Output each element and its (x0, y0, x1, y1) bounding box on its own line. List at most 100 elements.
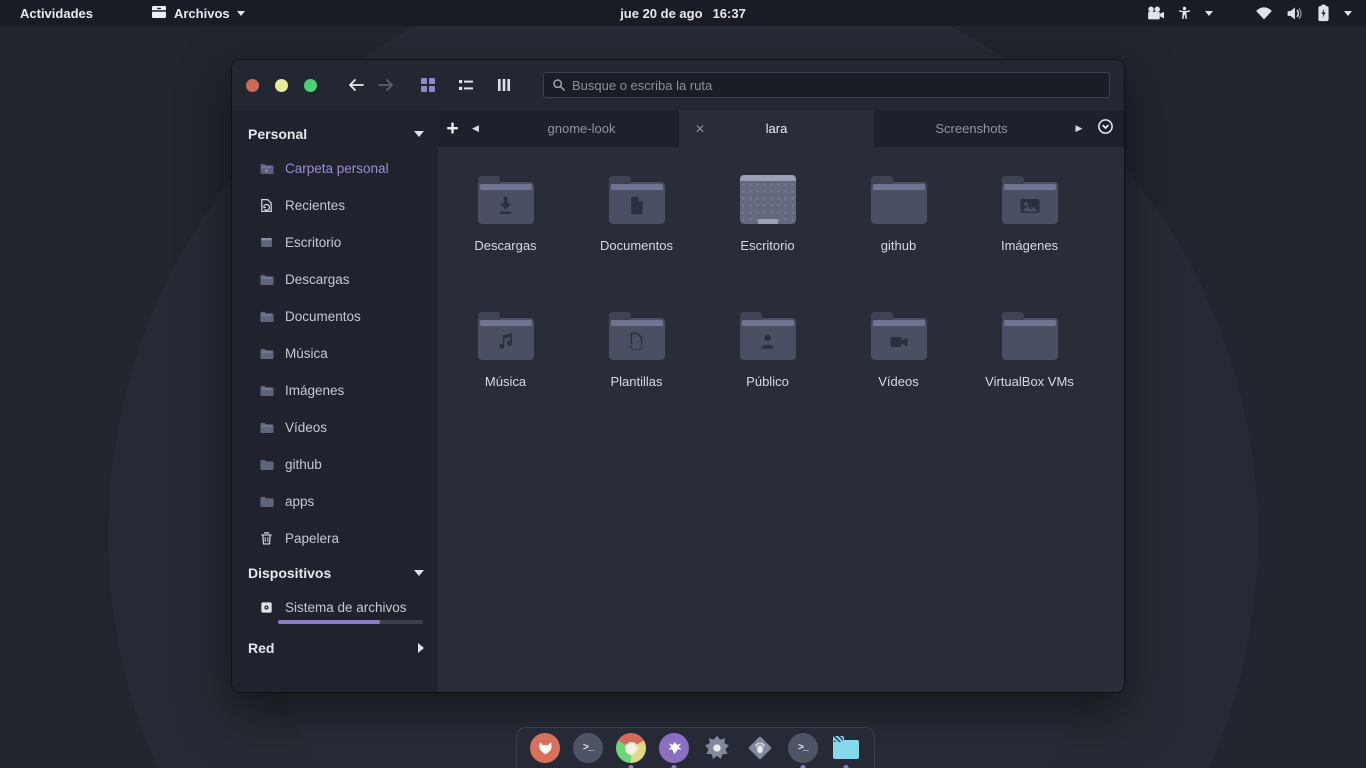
sidebar-item-recientes[interactable]: Recientes (232, 187, 438, 224)
folder-icon (609, 182, 665, 224)
dock-item-chromium[interactable] (616, 733, 646, 768)
window-toolbar (232, 60, 1124, 110)
none-emblem-icon (871, 182, 927, 224)
file-item-virtualbox-vms[interactable]: VirtualBox VMs (964, 305, 1095, 441)
sidebar-item-label: apps (285, 494, 314, 509)
system-tray[interactable] (1146, 4, 1366, 22)
path-search-bar[interactable] (543, 72, 1110, 98)
document-emblem-icon (609, 182, 665, 224)
battery-charging-icon[interactable] (1316, 4, 1331, 22)
video-emblem-icon (871, 318, 927, 360)
sidebar-item-papelera[interactable]: Papelera (232, 520, 438, 557)
terminal-icon: >_ (798, 743, 808, 754)
file-item-label: Vídeos (878, 375, 918, 389)
tab-gnome-look[interactable]: gnome-look (484, 110, 679, 147)
sidebar-item-github[interactable]: github (232, 446, 438, 483)
sidebar-item-label: github (285, 457, 322, 472)
folder-icon (478, 318, 534, 360)
sidebar-section-dispositivos[interactable]: Dispositivos (232, 557, 438, 589)
gnome-footprint-icon (746, 734, 774, 762)
close-button[interactable] (246, 79, 259, 92)
sidebar-item-documentos[interactable]: Documentos (232, 298, 438, 335)
file-item-imagenes[interactable]: Imágenes (964, 169, 1095, 305)
chevron-down-icon (414, 131, 424, 137)
file-item-videos[interactable]: Vídeos (833, 305, 964, 441)
file-item-publico[interactable]: Público (702, 305, 833, 441)
sidebar-item-carpeta-personal[interactable]: Carpeta personal (232, 150, 438, 187)
tab-screenshots[interactable]: Screenshots (874, 110, 1069, 147)
sidebar-section-personal[interactable]: Personal (232, 118, 438, 150)
chevron-down-icon[interactable] (1205, 11, 1213, 16)
sidebar-section-red[interactable]: Red (232, 632, 438, 664)
folder-plain-icon (258, 457, 274, 472)
sidebar-item-imagenes[interactable]: Imágenes (232, 372, 438, 409)
folder-icon (258, 383, 274, 398)
tab-lara[interactable]: ✕lara (679, 110, 874, 147)
folder-icon (258, 309, 274, 324)
top-bar: Actividades Archivos jue 20 de ago 16:37 (0, 0, 1366, 26)
sidebar-item-apps[interactable]: apps (232, 483, 438, 520)
dock-item-file-manager[interactable] (831, 733, 861, 768)
sidebar-item-escritorio[interactable]: Escritorio (232, 224, 438, 261)
sidebar-item-label: Escritorio (285, 235, 341, 250)
terminal-icon: >_ (583, 743, 593, 754)
folder-icon (258, 272, 274, 287)
list-view-button[interactable] (453, 72, 479, 98)
dock-item-firefox[interactable] (530, 733, 560, 768)
screen-record-icon[interactable] (1146, 6, 1164, 21)
accessibility-icon[interactable] (1177, 5, 1192, 22)
dock-item-settings[interactable] (702, 733, 732, 768)
compact-view-button[interactable] (491, 72, 517, 98)
forward-button[interactable] (371, 70, 401, 100)
tab-label: gnome-look (548, 121, 616, 136)
chevron-down-icon (237, 11, 245, 16)
tab-strip: gnome-look ✕laraScreenshots (484, 110, 1069, 147)
grid-view-button[interactable] (415, 72, 441, 98)
app-menu[interactable]: Archivos (151, 5, 245, 22)
sidebar-item-label: Sistema de archivos (285, 600, 407, 615)
chevron-down-icon[interactable] (1344, 11, 1352, 16)
activities-button[interactable]: Actividades (16, 6, 97, 21)
wifi-icon[interactable] (1255, 6, 1273, 20)
sidebar-item-videos[interactable]: Vídeos (232, 409, 438, 446)
file-item-descargas[interactable]: Descargas (440, 169, 571, 305)
folder-icon (871, 318, 927, 360)
dock-item-terminal-2[interactable]: >_ (788, 733, 818, 768)
dock-item-terminal[interactable]: >_ (573, 733, 603, 768)
file-item-label: Imágenes (1001, 239, 1058, 253)
new-tab-button[interactable]: + (438, 110, 467, 147)
volume-icon[interactable] (1286, 6, 1303, 21)
tab-close-icon[interactable]: ✕ (695, 122, 705, 136)
tab-list-button[interactable] (1097, 118, 1114, 140)
file-item-musica[interactable]: Música (440, 305, 571, 441)
file-item-github[interactable]: github (833, 169, 964, 305)
chevron-down-icon (414, 570, 424, 576)
search-input[interactable] (572, 78, 1101, 93)
dock-item-purple-app[interactable] (659, 733, 689, 768)
disk-usage-bar (278, 620, 423, 624)
purple-app-icon (665, 739, 684, 758)
sidebar-item-descargas[interactable]: Descargas (232, 261, 438, 298)
scroll-tabs-left-button[interactable]: ◀ (467, 110, 484, 147)
firefox-icon (536, 739, 555, 758)
clock[interactable]: jue 20 de ago 16:37 (620, 6, 746, 21)
minimize-button[interactable] (275, 79, 288, 92)
compact-view-icon (497, 77, 511, 93)
file-item-escritorio[interactable]: Escritorio (702, 169, 833, 305)
person-emblem-icon (740, 318, 796, 360)
scroll-tabs-right-button[interactable]: ▶ (1069, 123, 1089, 134)
back-button[interactable] (341, 70, 371, 100)
file-item-plantillas[interactable]: Plantillas (571, 305, 702, 441)
dock: >_ >_ (516, 727, 875, 768)
sidebar: PersonalCarpeta personalRecientes Escrito… (232, 110, 438, 692)
maximize-button[interactable] (304, 79, 317, 92)
desktop-icon (258, 235, 274, 250)
sidebar-item-musica[interactable]: Música (232, 335, 438, 372)
file-item-documentos[interactable]: Documentos (571, 169, 702, 305)
dock-item-gnome-tweaks[interactable] (745, 733, 775, 768)
chevron-right-icon (418, 643, 424, 653)
section-title: Dispositivos (248, 565, 331, 581)
file-item-label: github (881, 239, 916, 253)
sidebar-item-label: Vídeos (285, 420, 327, 435)
sidebar-item-label: Documentos (285, 309, 361, 324)
